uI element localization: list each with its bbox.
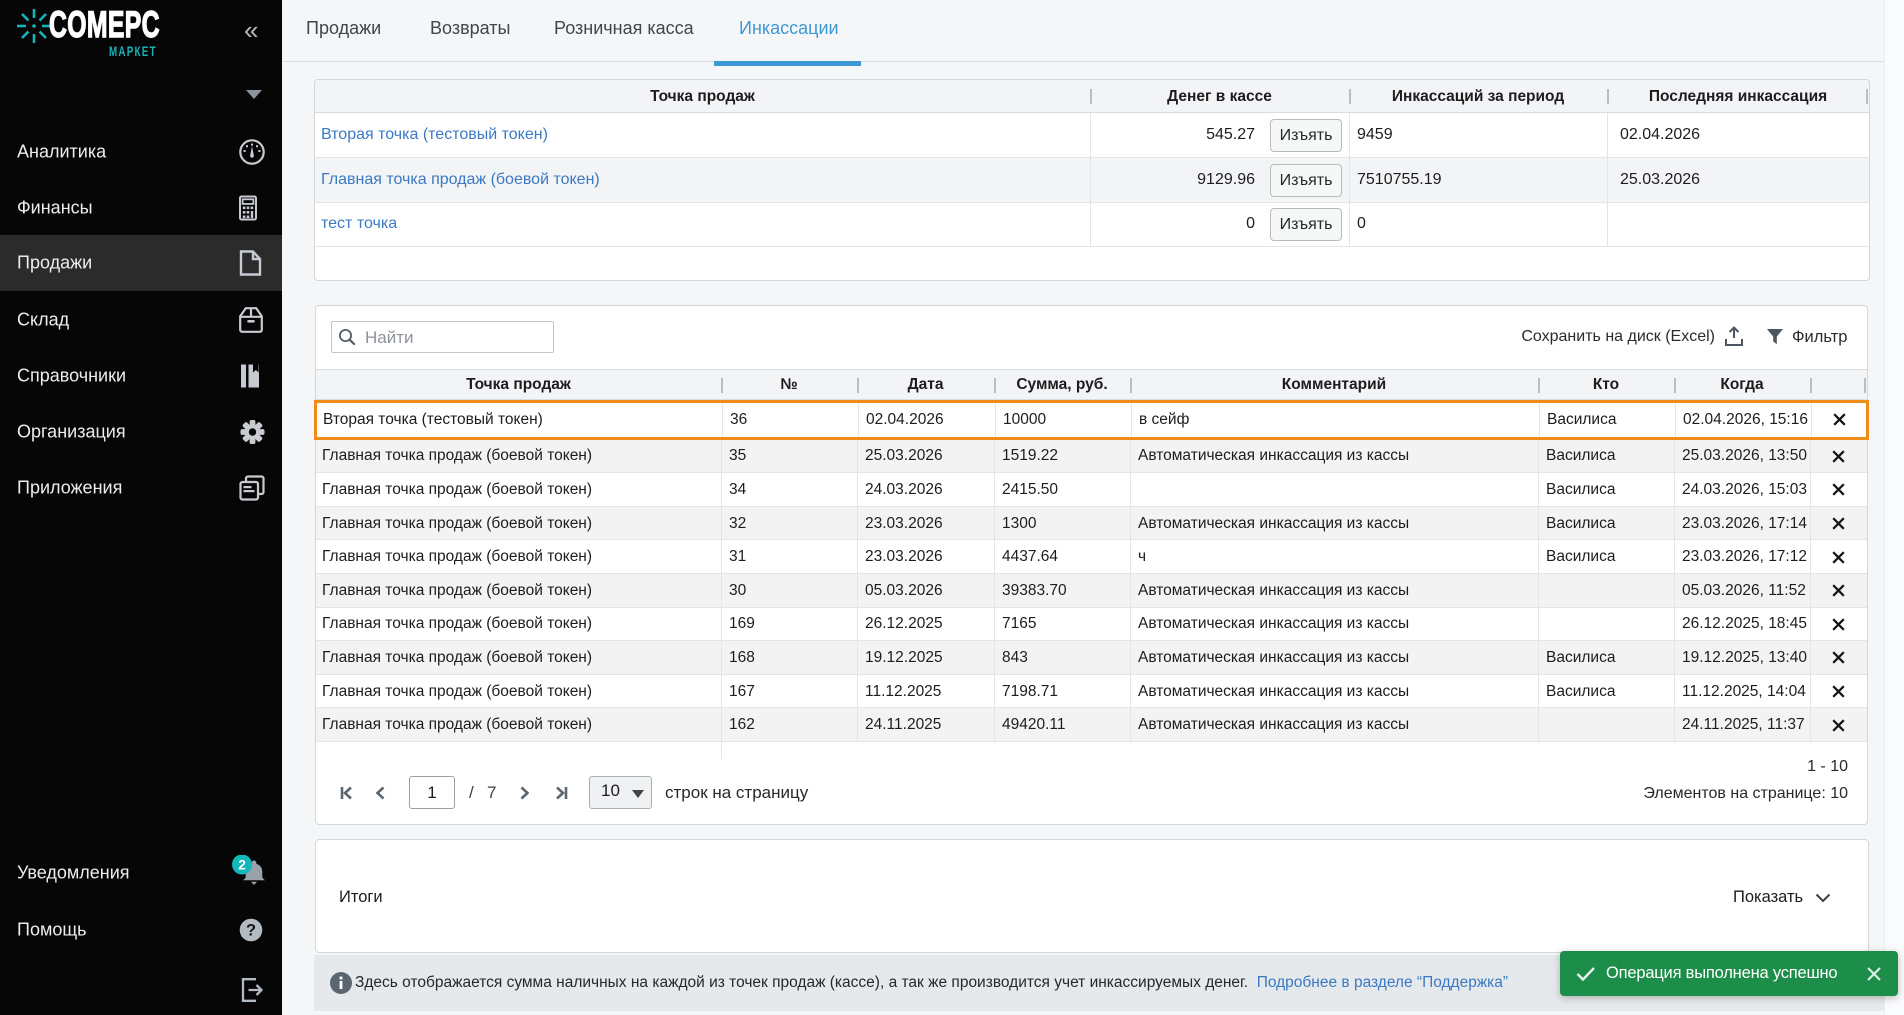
svg-text:?: ?: [246, 922, 256, 940]
svg-text:2: 2: [238, 857, 246, 873]
